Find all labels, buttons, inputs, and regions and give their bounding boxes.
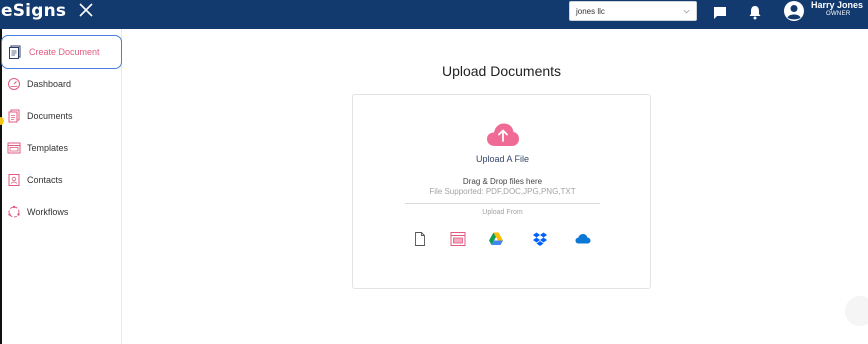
google-drive-icon[interactable] [488,231,504,247]
documents-icon [8,109,20,123]
sidebar-item-label: Workflows [27,207,69,217]
upload-file-link[interactable]: Upload A File [353,154,652,164]
onedrive-icon[interactable] [575,231,591,247]
bell-icon[interactable] [748,5,762,20]
divider [405,203,600,204]
page-title: Upload Documents [441,63,562,79]
chat-icon[interactable] [713,6,727,20]
file-icon[interactable] [412,231,428,247]
drag-drop-text: Drag & Drop files here [462,177,543,186]
company-select[interactable]: jones llc [569,1,697,21]
avatar[interactable] [783,0,805,22]
templates-icon [7,142,21,154]
user-name[interactable]: Harry Jones [811,0,863,10]
upload-from-label: Upload From [482,209,523,216]
sidebar-item-label: Templates [27,143,69,153]
close-icon[interactable] [76,1,96,21]
sidebar-item-label: Contacts [27,175,63,185]
sidebar-item-documents[interactable]: Documents [0,101,122,131]
workflows-icon [8,205,20,218]
upload-dropzone[interactable]: Upload A File Drag & Drop files here Fil… [352,94,651,289]
sidebar-item-label: Create Document [29,47,100,57]
sidebar-item-create-document[interactable]: Create Document [1,35,122,69]
supported-formats: File Supported: PDF,DOC,JPG,PNG,TXT [429,187,576,196]
user-role: OWNER [826,11,851,17]
cloud-upload-icon[interactable] [486,122,520,148]
sidebar-item-templates[interactable]: Templates [0,133,122,163]
chevron-down-icon [683,9,690,14]
create-document-icon [9,45,21,59]
sidebar-item-label: Dashboard [27,79,72,89]
company-select-value: jones llc [576,7,605,16]
sidebar-item-label: Documents [27,111,73,121]
sidebar-item-dashboard[interactable]: Dashboard [0,69,122,99]
templates-icon[interactable] [450,231,466,247]
app-logo[interactable]: eSigns [1,1,66,21]
dropbox-icon[interactable] [532,231,548,247]
dashboard-icon [8,78,20,90]
sidebar-item-contacts[interactable]: Contacts [0,165,122,195]
floating-button[interactable] [845,296,868,326]
contacts-icon [8,174,20,186]
sidebar-item-workflows[interactable]: Workflows [0,197,122,227]
top-bar: eSigns jones llc Harry Jones OWNER [0,0,868,29]
